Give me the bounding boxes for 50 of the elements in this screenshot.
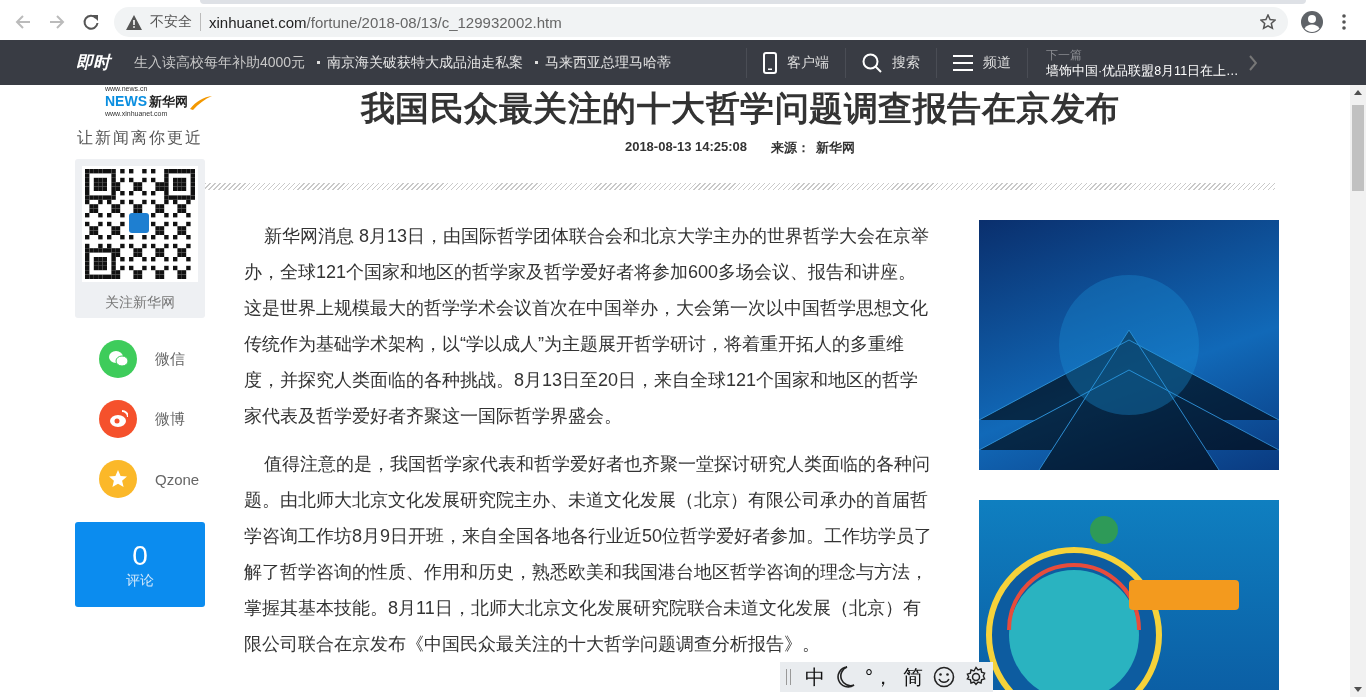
bullet-mark — [535, 61, 539, 64]
swoosh-icon — [190, 96, 212, 110]
article-title: 我国民众最关注的十大哲学问题调查报告在京发布 — [359, 89, 1121, 127]
share-wechat-link[interactable]: 微信 — [75, 340, 205, 378]
next-title: 墙饰中国·优品联盟8月11日在上… — [1046, 62, 1239, 79]
article-paragraph: 新华网消息 8月13日，由国际哲学团体联合会和北京大学主办的世界哲学大会在京举办，全球121个国家和地区的哲学家及哲学爱好者将参加600多场会议、报告和讲座。这是世界上规模最大的哲学学术会议首次在中国举办，大会第一次以中国哲学思想文化传统作为基础学术架构，以“学以成人”为主题展开哲学研讨，将着重开拓人的多重维度，并探究人类面临的各种挑战。8月13日至20日，来自全球121个国家和地区的哲学家代表及哲学爱好者齐聚这一国际哲学界盛会。 — [244, 225, 931, 428]
next-article-link[interactable]: 下一篇 墙饰中国·优品联盟8月11日在上… — [1028, 46, 1257, 79]
smiley-icon[interactable] — [933, 666, 955, 688]
channel-logo[interactable]: 即时 — [76, 51, 110, 74]
banner-image[interactable] — [979, 500, 1279, 690]
source-name: 新华网 — [816, 139, 856, 157]
publish-date: 2018-08-13 14:25:08 — [624, 139, 748, 156]
logo-mark: NEWS — [105, 93, 147, 110]
moon-icon[interactable] — [835, 666, 855, 688]
ime-mode-toggle[interactable]: 中 — [805, 663, 825, 691]
security-label: 不安全 — [150, 13, 201, 31]
comment-count: 0 — [132, 539, 148, 572]
nav-menu-link[interactable]: 频道 — [937, 53, 1027, 72]
share-weibo-link[interactable]: 微博 — [75, 400, 205, 438]
menu-icon — [953, 54, 973, 71]
account-icon[interactable] — [1300, 10, 1324, 34]
nav-app-link[interactable]: 客户端 — [747, 51, 845, 74]
source-label: 来源： — [771, 139, 811, 157]
ticker-link[interactable]: 生入读高校每年补助4000元 — [134, 53, 306, 72]
drag-handle[interactable] — [786, 669, 791, 685]
settings-icon[interactable] — [965, 666, 987, 688]
scrollbar[interactable] — [1350, 85, 1366, 697]
bullet-mark — [317, 61, 321, 64]
banner-image[interactable] — [979, 220, 1279, 470]
ticker-link[interactable]: 南京海关破获特大成品油走私案 — [327, 53, 524, 72]
phone-icon — [763, 51, 777, 74]
address-bar[interactable]: 不安全 xinhuanet.com/fortune/2018-08/13/c_129932002.htm — [114, 7, 1288, 37]
chevron-right-icon — [1248, 54, 1257, 71]
star-icon[interactable] — [1260, 14, 1276, 30]
url-text: xinhuanet.com/fortune/2018-08/13/c_129932002.htm — [209, 13, 562, 31]
search-icon — [862, 52, 882, 73]
warning-icon — [126, 14, 142, 30]
ime-mode-toggle[interactable]: 简 — [903, 663, 923, 691]
next-label: 下一篇 — [1046, 46, 1082, 63]
ticker-link[interactable]: 马来西亚总理马哈蒂 — [545, 53, 672, 72]
reload-icon[interactable] — [82, 13, 100, 31]
logo-name: 新华网 — [149, 93, 188, 110]
menu-icon[interactable] — [1342, 14, 1346, 30]
slogan: 让新闻离你更近 — [77, 128, 203, 149]
qr-caption: 关注新华网 — [105, 294, 175, 312]
article-paragraph: 值得注意的是，我国哲学家代表和哲学爱好者也齐聚一堂探讨研究人类面临的各种问题。由北师大北京文化发展研究院主办、未道文化发展（北京）有限公司承办的首届哲学咨询工作坊8月9日开班，来自全国各地各行业近50位哲学爱好者参加。工作坊学员了解了哲学咨询的性质、作用和历史，熟悉欧美和我国港台地区哲学咨询的理念与方法，掌握其基本技能。8月11日，北师大北京文化发展研究院联合未道文化发展（北京）有限公司联合在京发布《中国民众最关注的十大哲学问题调查分析报告》。 — [244, 453, 934, 656]
comment-label: 评论 — [126, 571, 154, 590]
nav-search-link[interactable]: 搜索 — [846, 52, 936, 73]
ime-mode-toggle[interactable]: °， — [865, 663, 893, 691]
share-qzone-link[interactable]: Qzone — [75, 460, 205, 498]
